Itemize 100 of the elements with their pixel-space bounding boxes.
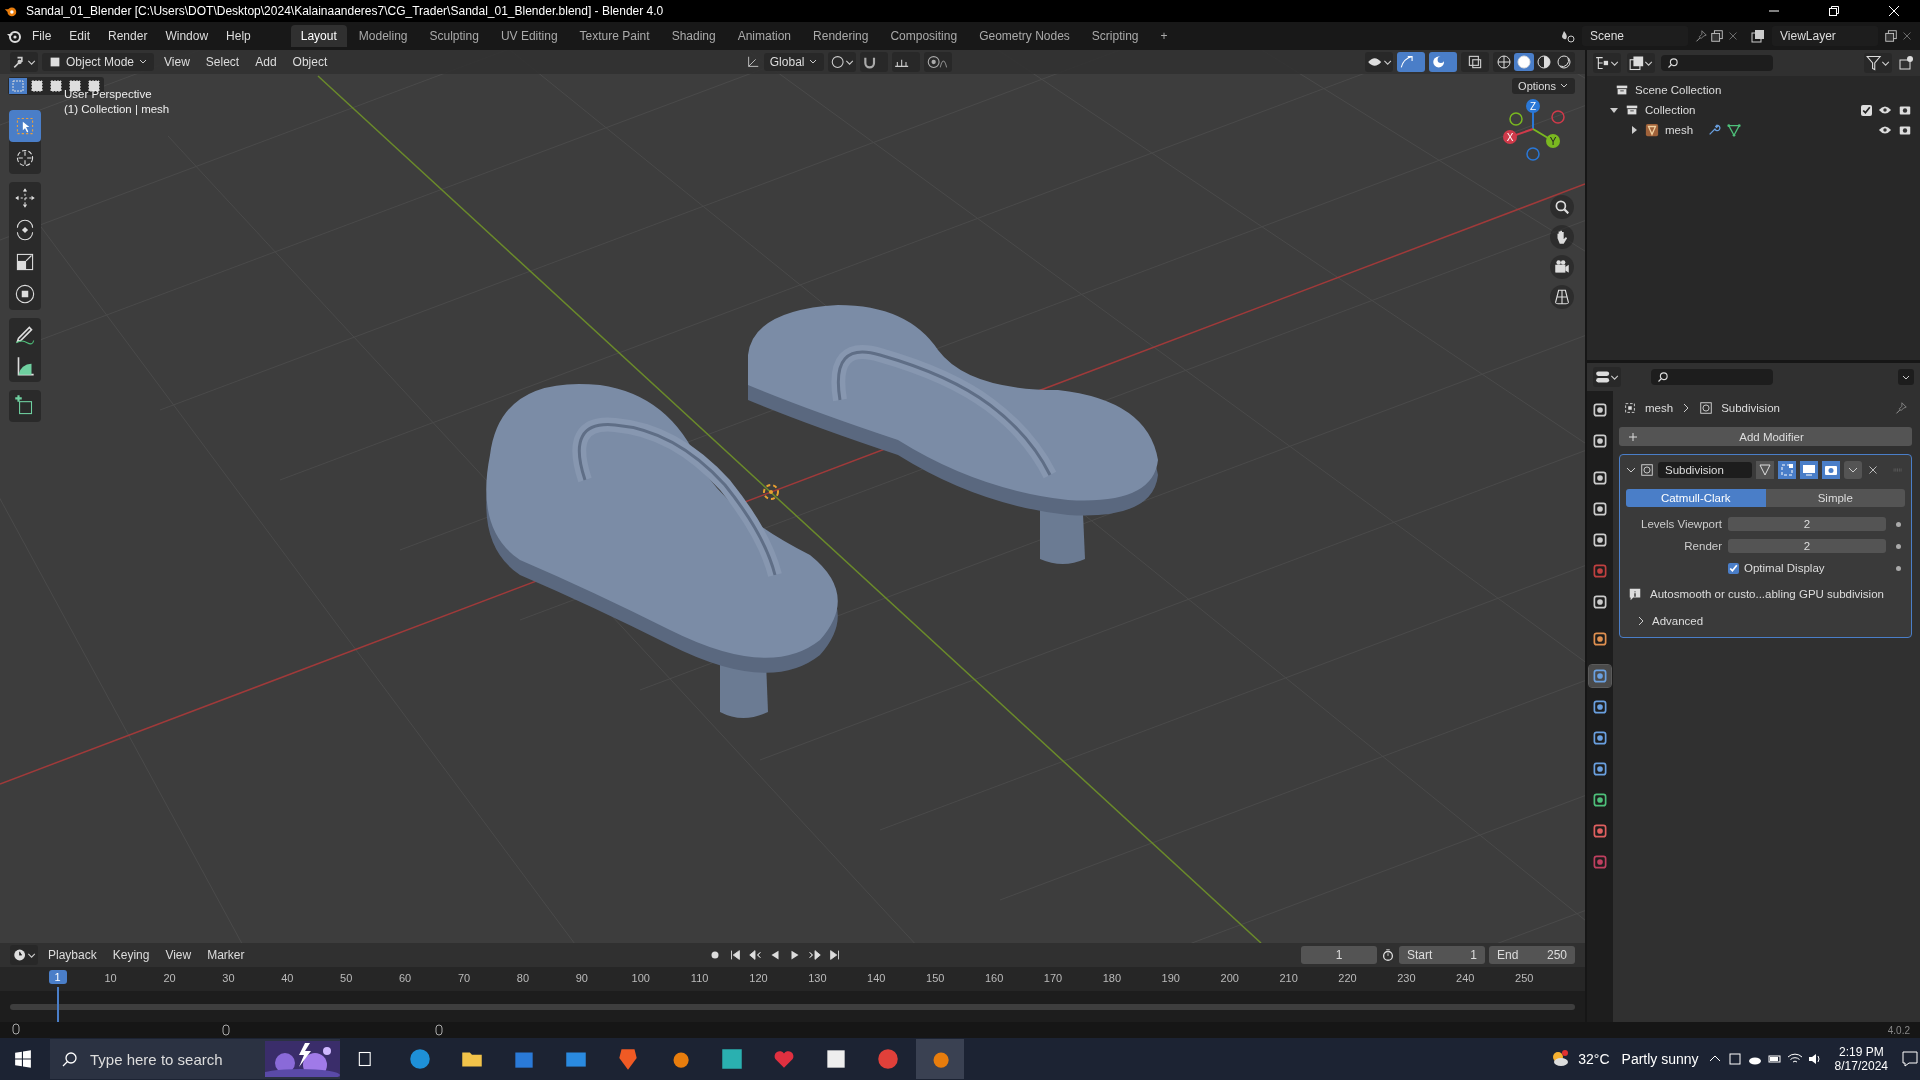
filter-icon[interactable]	[1864, 53, 1892, 73]
current-frame-marker[interactable]: 1	[48, 970, 67, 984]
clock-date[interactable]: 8/17/2024	[1834, 1059, 1888, 1073]
number-field[interactable]: 2	[1728, 539, 1886, 553]
new-collection-icon[interactable]	[1898, 55, 1914, 71]
edit-mode-toggle-icon[interactable]	[1756, 461, 1774, 479]
expand-arrow-icon[interactable]	[1609, 105, 1619, 115]
monitor-toggle-icon[interactable]	[1800, 461, 1818, 479]
menu-item[interactable]: View	[159, 946, 198, 964]
editor-type-icon[interactable]	[1593, 367, 1621, 387]
subpanel-header[interactable]: Advanced	[1652, 615, 1704, 627]
subdivision-type-tab[interactable]: Catmull-Clark	[1626, 489, 1766, 507]
scene-field[interactable]: Scene	[1582, 26, 1688, 46]
cage-toggle-icon[interactable]	[1778, 461, 1796, 479]
gizmo-toggle-icon[interactable]	[1397, 52, 1425, 72]
view-layer-field[interactable]: ViewLayer	[1772, 26, 1878, 46]
weather-temperature[interactable]: 32°C	[1578, 1051, 1610, 1067]
snap-increment-icon[interactable]	[892, 52, 921, 72]
timeline-scrollbar[interactable]	[10, 1003, 1575, 1010]
weather-condition[interactable]: Partly sunny	[1621, 1051, 1699, 1067]
menu-item[interactable]: Add	[249, 53, 283, 71]
end-frame-field[interactable]: End 250	[1489, 946, 1575, 964]
pivot-icon[interactable]	[828, 52, 857, 72]
keyframe-dot-icon[interactable]	[1896, 565, 1901, 571]
clock-time[interactable]: 2:19 PM	[1838, 1045, 1884, 1059]
speaker-icon[interactable]	[1806, 1051, 1823, 1067]
rendered-shading-icon[interactable]	[1554, 53, 1574, 71]
current-frame-field[interactable]: 1	[1301, 946, 1377, 964]
camera-toggle-icon[interactable]	[1822, 461, 1840, 479]
search-field[interactable]	[1651, 369, 1773, 385]
menu-item[interactable]: Playback	[42, 946, 103, 964]
menu-item[interactable]: File	[24, 26, 60, 46]
editor-type-icon[interactable]	[10, 945, 38, 965]
proportional-edit-icon[interactable]	[924, 52, 953, 72]
expand-caret-icon[interactable]	[1636, 616, 1646, 626]
solid-shading-icon[interactable]	[1514, 53, 1534, 71]
outliner-item[interactable]: mesh	[1665, 124, 1694, 136]
subdivision-type-tab[interactable]: Simple	[1765, 489, 1905, 507]
grid-icon[interactable]	[1550, 285, 1574, 309]
collapse-caret-icon[interactable]	[1626, 465, 1636, 475]
menu-item[interactable]: Window	[157, 26, 217, 46]
hand-icon[interactable]	[1550, 225, 1574, 249]
options-caret-icon[interactable]	[1898, 369, 1914, 385]
keyframe-dot-icon[interactable]	[1896, 543, 1901, 549]
menu-item[interactable]: Keying	[106, 946, 156, 964]
workspace-tab[interactable]: Sculpting	[419, 25, 489, 47]
menu-item[interactable]: Marker	[201, 946, 251, 964]
search-field[interactable]	[1661, 55, 1773, 71]
mode-dropdown[interactable]: Object Mode	[42, 53, 155, 71]
workspace-tab[interactable]: Rendering	[803, 25, 879, 47]
menu-item[interactable]: Select	[199, 53, 246, 71]
xray-icon[interactable]	[1461, 52, 1489, 72]
add-workspace-button[interactable]: +	[1150, 25, 1178, 47]
workspace-tab[interactable]: Modeling	[348, 25, 418, 47]
workspace-tab[interactable]: Shading	[661, 25, 726, 47]
outliner-item[interactable]: Scene Collection	[1635, 84, 1722, 96]
modifier-name-field[interactable]: Subdivision	[1658, 462, 1752, 478]
overlay-toggle-icon[interactable]	[1429, 52, 1457, 72]
menu-item[interactable]: Edit	[61, 26, 99, 46]
editor-type-icon[interactable]	[10, 52, 38, 72]
orientation-dropdown[interactable]: Global	[763, 53, 825, 71]
pin-icon[interactable]	[1694, 29, 1708, 43]
workspace-tab[interactable]: Texture Paint	[569, 25, 660, 47]
checkbox-label[interactable]: Optimal Display	[1744, 562, 1825, 574]
menu-item[interactable]: Object	[286, 53, 334, 71]
menu-item[interactable]: Render	[100, 26, 156, 46]
add-modifier-button[interactable]: Add Modifier	[1619, 427, 1912, 446]
taskbar-search-field[interactable]: Type here to search	[50, 1039, 340, 1079]
restore-icon[interactable]	[1828, 5, 1840, 17]
notification-icon[interactable]	[1900, 1049, 1920, 1069]
select-box-icon[interactable]	[9, 110, 41, 142]
selection-mode-icon[interactable]	[28, 78, 46, 94]
outliner-item[interactable]: Collection	[1645, 104, 1696, 116]
blender-logo-icon[interactable]	[6, 28, 22, 44]
workspace-tab[interactable]: Layout	[290, 25, 347, 47]
camera-icon[interactable]	[1550, 255, 1574, 279]
stopwatch-icon[interactable]	[1381, 948, 1395, 962]
number-field[interactable]: 2	[1728, 517, 1886, 531]
wireframe-shading-icon[interactable]	[1494, 53, 1514, 71]
duplicate-icon[interactable]	[1884, 29, 1898, 43]
start-frame-field[interactable]: Start 1	[1399, 946, 1485, 964]
workspace-tab[interactable]: UV Editing	[490, 25, 568, 47]
display-mode-icon[interactable]	[1593, 53, 1621, 73]
workspace-tab[interactable]: Scripting	[1081, 25, 1149, 47]
expand-arrow-icon[interactable]	[1629, 125, 1639, 135]
duplicate-icon[interactable]	[1710, 29, 1724, 43]
magnet-icon[interactable]	[860, 52, 889, 72]
pin-icon[interactable]	[1894, 401, 1908, 415]
menu-item[interactable]: View	[158, 53, 196, 71]
menu-item[interactable]: Help	[218, 26, 259, 46]
workspace-tab[interactable]: Compositing	[880, 25, 968, 47]
keyframe-dot-icon[interactable]	[1896, 521, 1901, 527]
options-dropdown[interactable]: Options	[1512, 78, 1575, 94]
weather-icon[interactable]	[1550, 1049, 1571, 1069]
navigation-gizmo[interactable]: Z X Y	[1498, 94, 1568, 164]
checkbox[interactable]	[1728, 562, 1739, 574]
zoom-icon[interactable]	[1550, 195, 1574, 219]
close-icon[interactable]	[1888, 5, 1900, 17]
exclude-checkbox[interactable]	[1861, 104, 1872, 116]
dropdown-caret-icon[interactable]	[1844, 461, 1862, 479]
